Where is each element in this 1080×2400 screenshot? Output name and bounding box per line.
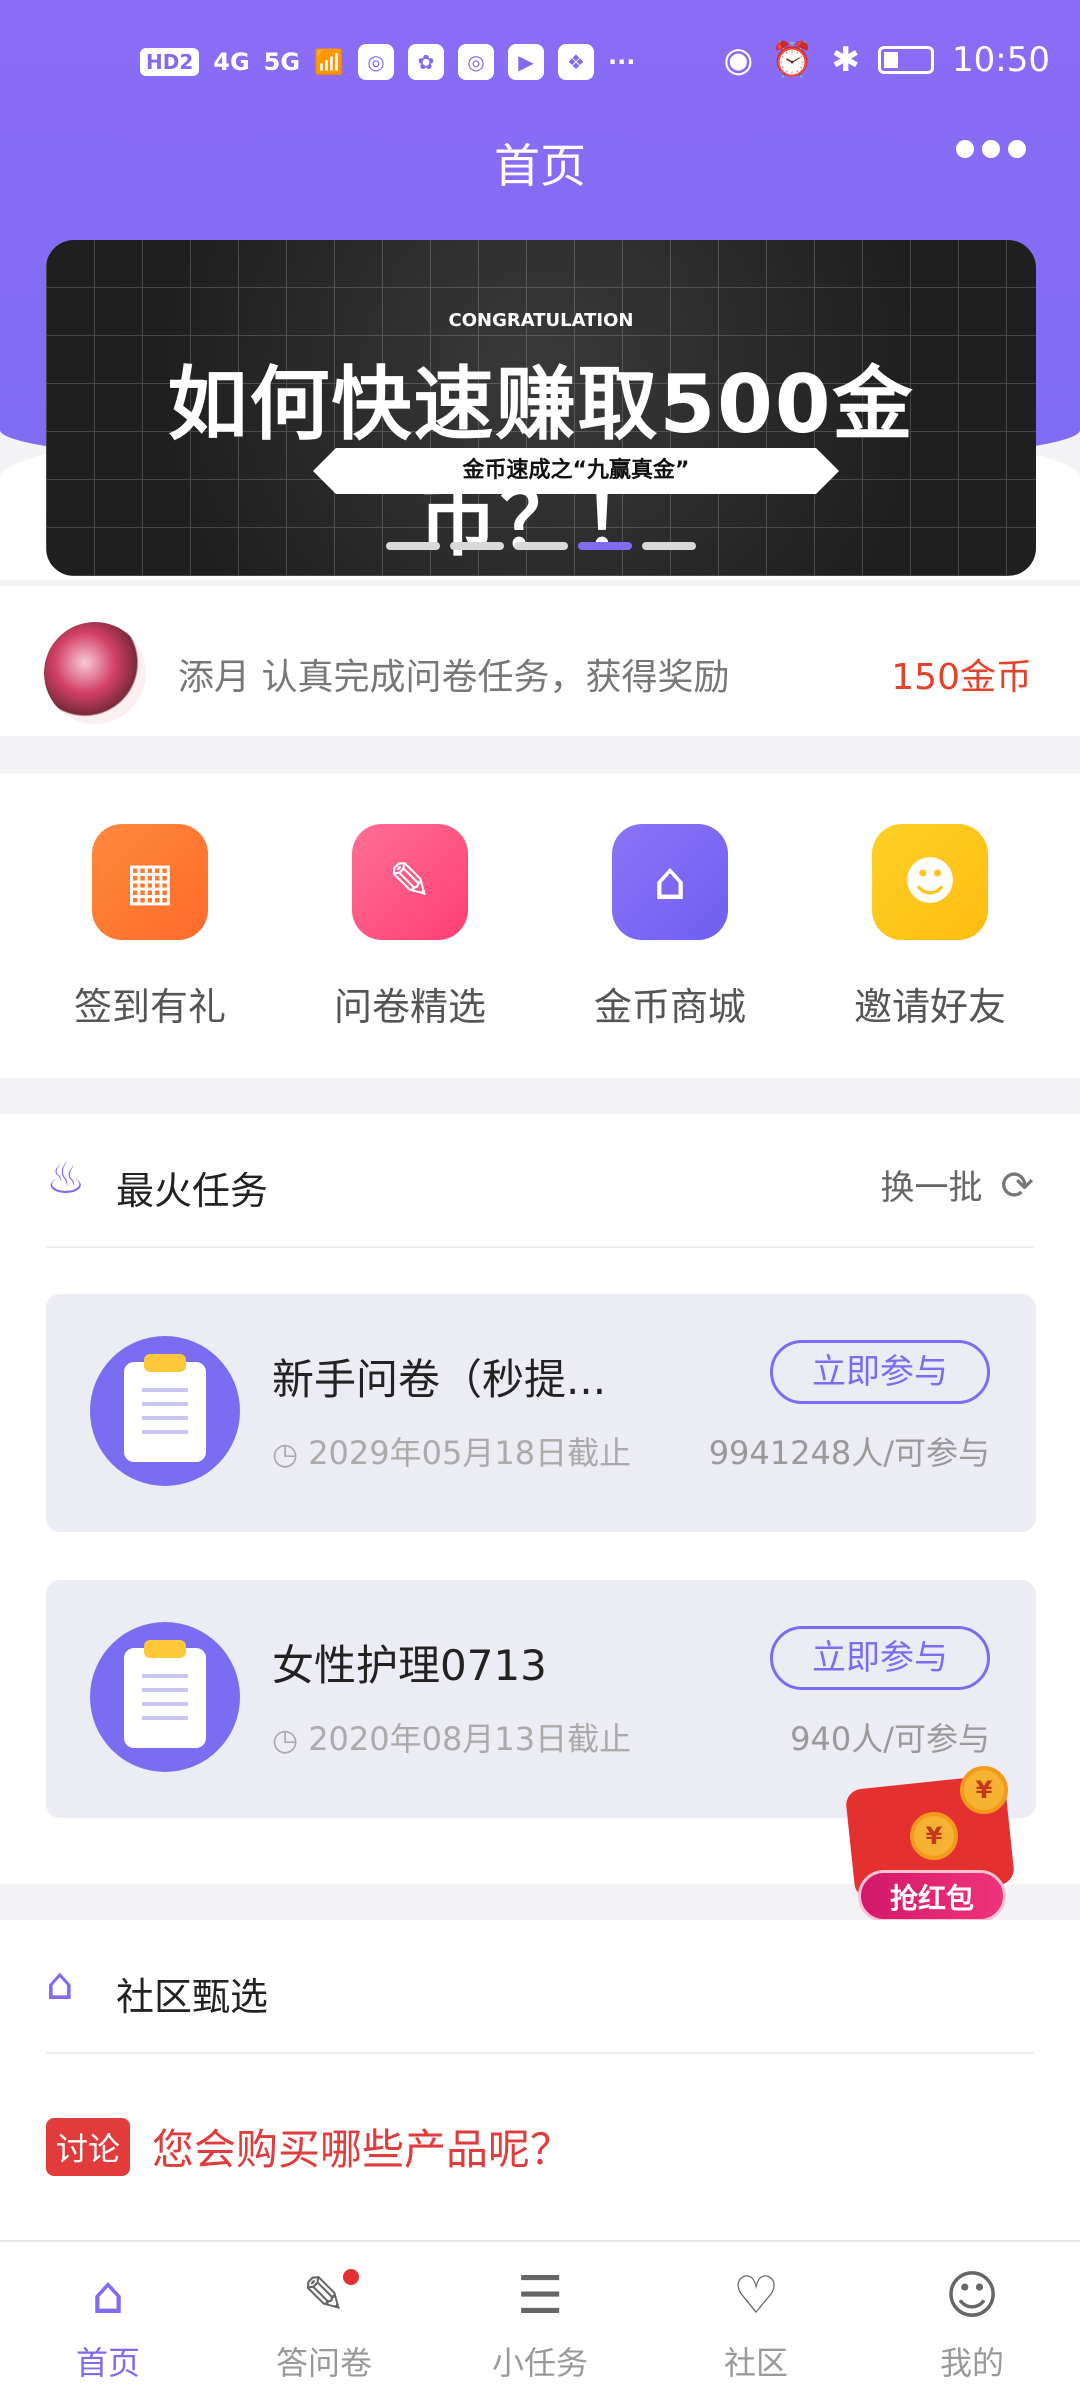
banner-dot-active[interactable]: [578, 542, 632, 550]
home-icon: ⌂: [91, 2266, 125, 2326]
banner-pagination: [46, 542, 1036, 550]
deadline-text: 2029年05月18日截止: [308, 1434, 632, 1472]
app-notification-icon: ◎: [457, 44, 494, 80]
clock-time: 10:50: [952, 40, 1050, 80]
section-title: 社区甄选: [116, 1975, 269, 2019]
tab-profile[interactable]: ☺ 我的: [864, 2242, 1080, 2400]
notification-badge: [340, 2266, 362, 2288]
banner-dot[interactable]: [642, 542, 696, 550]
banner-kicker: CONGRATULATION: [448, 310, 634, 331]
bottom-tab-bar: ⌂ 首页 ✎ 答问卷 ☰ 小任务 ♡ 社区 ☺ 我的: [0, 2240, 1080, 2400]
banner-ribbon: 金币速成之“九赢真金”: [313, 448, 839, 494]
task-list-icon: ☰: [516, 2266, 564, 2326]
community-heart-icon: ♡: [732, 2266, 780, 2326]
hd-indicator: HD2: [140, 48, 200, 76]
bluetooth-icon: ✱: [831, 40, 861, 80]
dot-icon: [956, 140, 974, 158]
task-deadline: ◷ 2020年08月13日截止: [272, 1714, 631, 1760]
tab-label: 答问卷: [275, 2344, 372, 2382]
app-notification-icon: ◎: [357, 44, 394, 80]
calendar-check-icon: ▦: [92, 824, 208, 940]
task-card[interactable]: 新手问卷（秒提... 立即参与 ◷ 2029年05月18日截止 9941248人/…: [46, 1294, 1036, 1532]
quick-entry-grid: ▦ 签到有礼 ✎ 问卷精选 ⌂ 金币商城 ☻ 邀请好友: [0, 774, 1080, 1078]
quick-entry-invite[interactable]: ☻ 邀请好友: [830, 824, 1030, 1078]
section-header: ⌂ 社区甄选: [46, 1920, 1034, 2054]
reward-announcement: 添月 认真完成问卷任务，获得奖励 150金币: [0, 586, 1080, 736]
join-button[interactable]: 立即参与: [770, 1626, 990, 1690]
clock-icon: ◷: [272, 1723, 299, 1758]
quick-entry-label: 邀请好友: [853, 985, 1006, 1029]
red-packet-float-button[interactable]: ¥ ¥ 抢红包: [844, 1752, 1030, 1922]
more-menu-button[interactable]: [956, 140, 1026, 158]
topic-text: 您会购买哪些产品呢？: [152, 2125, 573, 2174]
home-heart-icon: ⌂: [46, 1959, 74, 2010]
tab-label: 小任务: [491, 2344, 588, 2382]
clipboard-icon: [90, 1336, 240, 1486]
flame-icon: ♨: [46, 1153, 86, 1204]
coin-icon: ¥: [910, 1812, 958, 1860]
app-notification-icon: ▶: [507, 44, 544, 80]
page-title: 首页: [494, 139, 586, 193]
task-title: 女性护理0713: [272, 1641, 547, 1690]
task-participant-count: 9941248人/可参与: [708, 1434, 990, 1472]
wifi-icon: 📶: [314, 48, 344, 76]
topic-tag: 讨论: [46, 2117, 131, 2176]
topic-item[interactable]: 讨论 您会购买哪些产品呢？: [46, 2116, 572, 2177]
tab-community[interactable]: ♡ 社区: [648, 2242, 864, 2400]
signal-4g-icon: 4G: [213, 48, 250, 76]
certificate-icon: ✎: [352, 824, 468, 940]
coin-icon: ¥: [960, 1766, 1008, 1814]
section-title: 最火任务: [116, 1169, 269, 1213]
refresh-button[interactable]: 换一批 ⟳: [880, 1160, 1034, 1209]
profile-icon: ☺: [944, 2266, 1000, 2326]
avatar: [44, 622, 146, 724]
task-title: 新手问卷（秒提...: [272, 1355, 607, 1404]
community-section: ⌂ 社区甄选 讨论 您会购买哪些产品呢？: [0, 1920, 1080, 2240]
status-left-icons: HD2 4G 5G 📶 ◎ ✿ ◎ ▶ ❖ ···: [140, 44, 635, 80]
status-bar: HD2 4G 5G 📶 ◎ ✿ ◎ ▶ ❖ ··· ◉ ⏰ ✱ 10:50: [0, 0, 1080, 130]
quick-entry-checkin[interactable]: ▦ 签到有礼: [50, 824, 250, 1078]
more-notifications-icon: ···: [607, 48, 636, 76]
dot-icon: [982, 140, 1000, 158]
tab-label: 我的: [939, 2344, 1004, 2382]
announcement-text: 添月 认真完成问卷任务，获得奖励: [178, 657, 730, 698]
clock-icon: ◷: [272, 1437, 299, 1472]
red-packet-label: 抢红包: [858, 1870, 1006, 1922]
task-deadline: ◷ 2029年05月18日截止: [272, 1428, 631, 1474]
tab-survey[interactable]: ✎ 答问卷: [216, 2242, 432, 2400]
quick-entry-survey[interactable]: ✎ 问卷精选: [310, 824, 510, 1078]
users-icon: ☻: [872, 824, 988, 940]
refresh-icon: ⟳: [1000, 1163, 1034, 1209]
refresh-label: 换一批: [880, 1168, 983, 1208]
tab-home[interactable]: ⌂ 首页: [0, 2242, 216, 2400]
status-right-icons: ◉ ⏰ ✱ 10:50: [724, 40, 1051, 80]
banner-dot[interactable]: [386, 542, 440, 550]
quick-entry-label: 问卷精选: [333, 985, 486, 1029]
eye-icon: ◉: [723, 40, 754, 80]
tab-label: 社区: [723, 2344, 788, 2382]
quick-entry-label: 金币商城: [593, 985, 746, 1029]
tab-label: 首页: [75, 2344, 140, 2382]
join-button[interactable]: 立即参与: [770, 1340, 990, 1404]
promo-banner[interactable]: CONGRATULATION 如何快速赚取500金币？！ 金币速成之“九赢真金”: [46, 240, 1036, 576]
app-notification-icon: ✿: [407, 44, 444, 80]
tab-tasks[interactable]: ☰ 小任务: [432, 2242, 648, 2400]
banner-dot[interactable]: [514, 542, 568, 550]
signal-5g-icon: 5G: [263, 48, 301, 76]
announcement-reward: 150金币: [891, 657, 1032, 698]
section-header: ♨ 最火任务 换一批 ⟳: [46, 1114, 1034, 1248]
deadline-text: 2020年08月13日截止: [308, 1720, 632, 1758]
store-icon: ⌂: [612, 824, 728, 940]
banner-dot[interactable]: [450, 542, 504, 550]
quick-entry-store[interactable]: ⌂ 金币商城: [570, 824, 770, 1078]
app-notification-icon: ❖: [557, 44, 594, 80]
clipboard-icon: [90, 1622, 240, 1772]
battery-icon: [878, 46, 935, 74]
alarm-icon: ⏰: [771, 40, 814, 80]
dot-icon: [1008, 140, 1026, 158]
quick-entry-label: 签到有礼: [73, 985, 226, 1029]
